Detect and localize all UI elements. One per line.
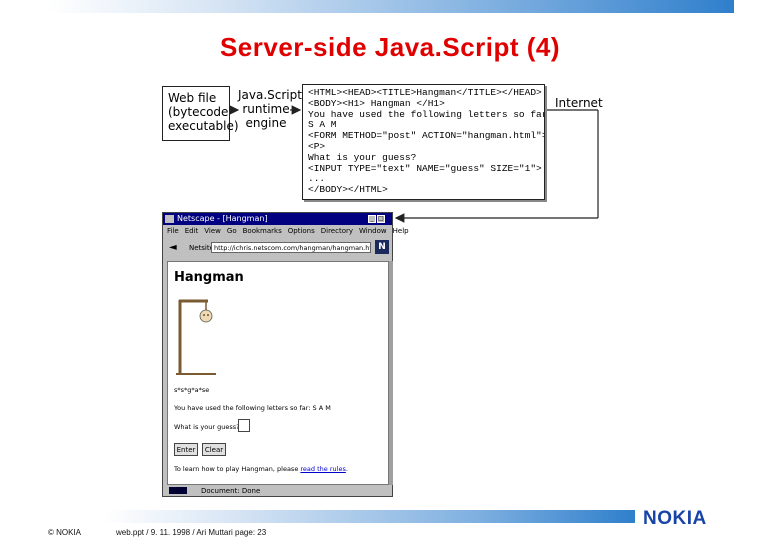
menu-options[interactable]: Options [288,227,315,235]
code-line: </BODY></HTML> [308,184,388,196]
generated-html-code: <HTML><HEAD><TITLE>Hangman</TITLE></HEAD… [302,84,545,200]
code-line: <BODY><H1> Hangman </H1> [308,97,445,109]
menu-window[interactable]: Window [359,227,387,235]
code-line: <INPUT TYPE="text" NAME="guess" SIZE="1"… [308,162,542,174]
web-file-line: executable) [168,119,239,133]
guess-input[interactable] [238,419,250,432]
browser-page-content: Hangman s*s*g*a*se You have used the fol… [167,261,389,485]
code-line: You have used the following letters so f… [308,108,545,120]
clear-button[interactable]: Clear [202,443,226,456]
back-arrow-icon[interactable]: ◄ [169,242,177,253]
footer-gradient-bar [105,510,635,523]
browser-window-title: Netscape - [Hangman] [177,214,268,223]
footer-copyright: © NOKIA [48,528,82,537]
status-text: Document: Done [201,487,261,495]
gallows-icon [176,299,216,375]
menu-bookmarks[interactable]: Bookmarks [243,227,282,235]
enter-button[interactable]: Enter [174,443,198,456]
netscape-logo-icon: N [375,240,389,254]
guess-prompt: What is your guess? [174,423,240,431]
menu-go[interactable]: Go [227,227,237,235]
browser-title-bar: Netscape - [Hangman] _ □ [163,213,392,225]
menu-edit[interactable]: Edit [185,227,199,235]
web-file-line: (bytecode [168,105,229,119]
engine-line: runtime [242,102,290,116]
browser-location-bar: ◄ Netsite: http://ichris.netscom.com/han… [167,240,389,258]
code-line: What is your guess? [308,151,417,163]
menu-file[interactable]: File [167,227,179,235]
menu-directory[interactable]: Directory [321,227,353,235]
rules-link[interactable]: read the rules [300,465,345,473]
hidden-word: s*s*g*a*se [174,386,210,394]
code-line: <FORM METHOD="post" ACTION="hangman.html… [308,130,545,142]
netscape-window-icon [165,215,174,223]
footer-info: web.ppt / 9. 11. 1998 / Ari Muttari page… [116,528,267,537]
url-field[interactable]: http://ichris.netscom.com/hangman/hangma… [211,242,371,253]
minimize-button[interactable]: _ [368,215,376,223]
page-heading: Hangman [174,270,244,285]
web-file-box: Web file (bytecode executable) [162,86,239,141]
menu-view[interactable]: View [204,227,221,235]
browser-status-bar: Document: Done [167,486,389,496]
browser-window: Netscape - [Hangman] _ □ File Edit View Go B… [162,212,409,497]
internet-label: Internet [555,96,603,110]
engine-line: Java.Script [238,88,302,102]
security-key-icon [169,487,187,494]
nokia-logo: NOKIA [643,508,707,529]
menu-help[interactable]: Help [393,227,409,235]
engine-line: engine [245,116,287,130]
maximize-button[interactable]: □ [377,215,385,223]
web-file-line: Web file [168,91,217,105]
rules-line: To learn how to play Hangman, please rea… [174,465,348,473]
runtime-engine-label: Java.Script runtime engine [238,88,302,130]
vertical-scrollbar[interactable] [389,261,393,485]
used-letters-text: You have used the following letters so f… [174,404,331,412]
rules-prefix: To learn how to play Hangman, please [174,465,299,473]
browser-menu-bar: File Edit View Go Bookmarks Options Directory W… [167,227,415,235]
